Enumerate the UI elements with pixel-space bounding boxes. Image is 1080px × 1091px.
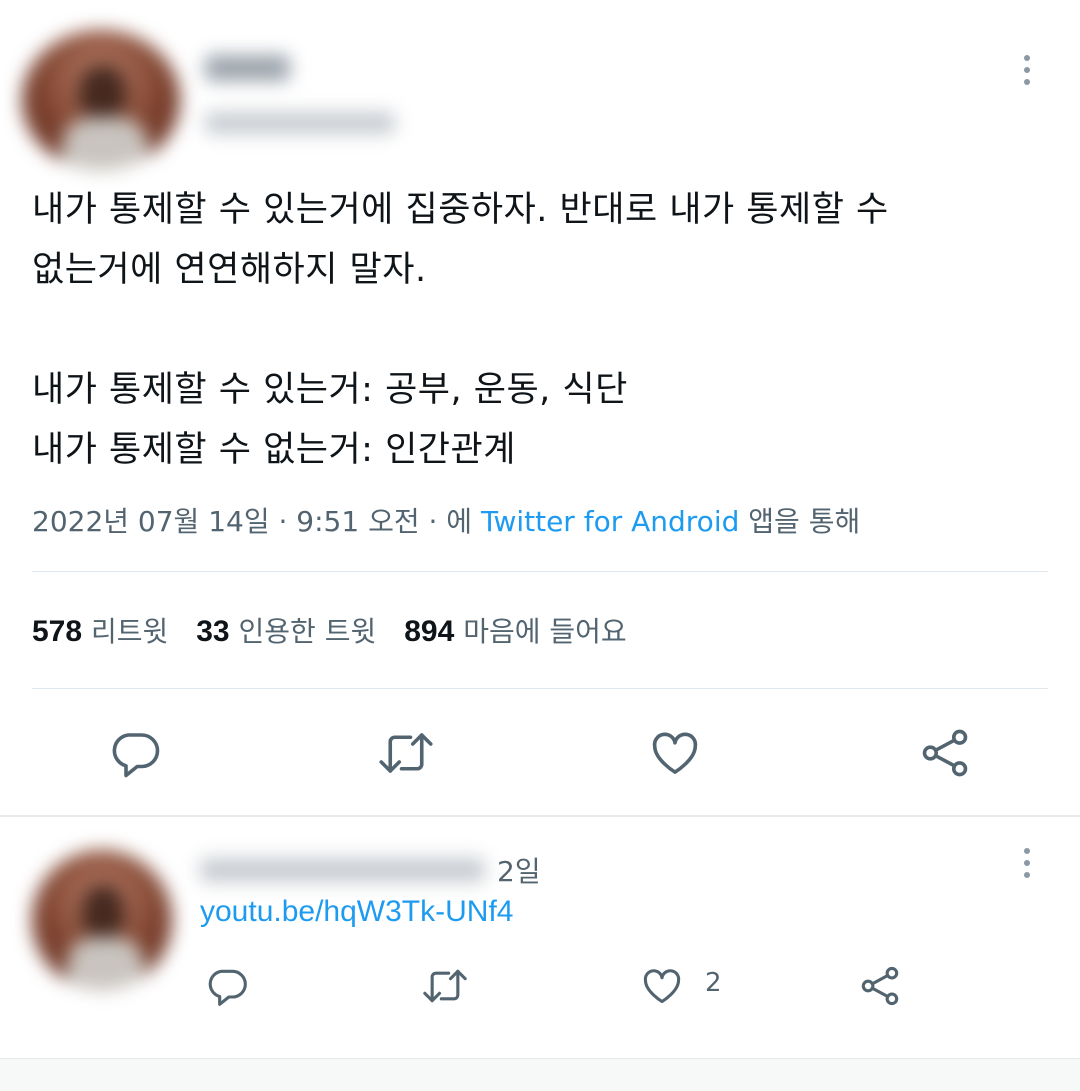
quote-label[interactable]: 인용한 트윗 [239, 615, 377, 648]
like-icon[interactable] [640, 964, 684, 1008]
reply-icon[interactable] [205, 964, 249, 1008]
retweet-icon[interactable] [420, 964, 470, 1008]
tweet-meta: 2022년 07월 14일 · 9:51 오전 · 에 Twitter for … [32, 500, 860, 540]
retweet-icon[interactable] [376, 726, 436, 780]
divider [32, 571, 1048, 572]
tweet-timestamp: 2022년 07월 14일 · 9:51 오전 · 에 [32, 505, 481, 538]
tweet-text-line: 내가 통제할 수 있는거: 공부, 운동, 식단 [32, 370, 628, 410]
reply-like-count: 2 [705, 968, 722, 998]
share-icon[interactable] [918, 726, 972, 780]
author-avatar[interactable] [22, 30, 180, 170]
like-icon[interactable] [648, 726, 702, 780]
reply-author-avatar[interactable] [32, 850, 172, 990]
reply-timestamp: 2일 [497, 855, 541, 888]
reply-author-name-redacted[interactable] [200, 858, 485, 882]
retweet-count[interactable]: 578 [32, 615, 82, 648]
section-separator [0, 815, 1080, 817]
reply-icon[interactable] [108, 726, 162, 780]
tweet-text-line [32, 300, 1032, 360]
bottom-divider-bar [0, 1058, 1080, 1091]
like-label[interactable]: 마음에 들어요 [463, 615, 626, 648]
more-options-icon[interactable] [1022, 55, 1032, 91]
tweet-text-line: 없는거에 연연해하지 말자. [32, 250, 427, 290]
tweet-stats: 578 리트윗 33 인용한 트윗 894 마음에 들어요 [32, 610, 655, 650]
like-count[interactable]: 894 [404, 615, 454, 648]
reply-more-options-icon[interactable] [1022, 848, 1032, 884]
reply-youtube-link[interactable]: youtu.be/hqW3Tk-UNf4 [200, 895, 513, 929]
author-handle-redacted[interactable] [205, 112, 395, 134]
quote-count[interactable]: 33 [196, 615, 229, 648]
tweet-text: 내가 통제할 수 있는거에 집중하자. 반대로 내가 통제할 수 없는거에 연연… [32, 180, 1032, 480]
divider [32, 688, 1048, 689]
tweet-text-line: 내가 통제할 수 있는거에 집중하자. 반대로 내가 통제할 수 [32, 190, 889, 230]
tweet-text-line: 내가 통제할 수 없는거: 인간관계 [32, 430, 516, 470]
source-app-link[interactable]: Twitter for Android [481, 505, 739, 538]
source-suffix: 앱을 통해 [739, 505, 861, 538]
share-icon[interactable] [858, 964, 902, 1008]
author-display-name-redacted[interactable] [205, 55, 290, 81]
retweet-label[interactable]: 리트윗 [91, 615, 168, 648]
